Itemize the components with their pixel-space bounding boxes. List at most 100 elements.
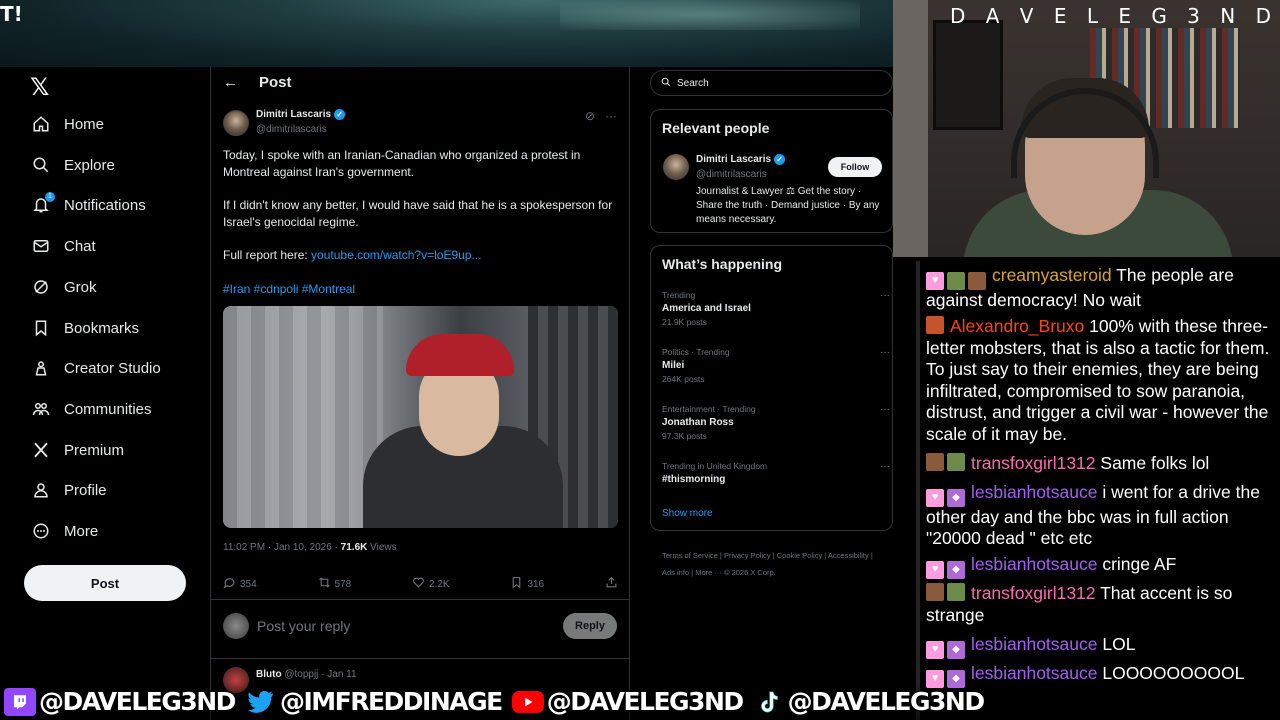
more-options-icon[interactable]: ···: [880, 461, 890, 472]
nav-profile[interactable]: Profile: [30, 475, 107, 505]
page-title: Post: [259, 73, 292, 91]
chat-message: transfoxgirl1312 That accent is so stran…: [926, 583, 1278, 626]
reply-button[interactable]: Reply: [563, 613, 617, 639]
author-handle[interactable]: @dimitrilascaris: [256, 124, 327, 135]
post-hashtags[interactable]: #Iran #cdnpoli #Montreal: [223, 281, 618, 298]
trend-item[interactable]: Trending America and Israel 21.9K posts …: [662, 290, 890, 327]
chat-badges: ♥ ◆: [926, 560, 965, 579]
author-avatar[interactable]: [223, 110, 249, 136]
chat-message: ♥ creamyasteroid The people are against d…: [926, 265, 1278, 311]
chat-username[interactable]: creamyasteroid: [992, 265, 1112, 285]
communities-icon: [30, 398, 52, 420]
post-top-actions: ⊘ ···: [585, 109, 617, 123]
emote-badge-icon: [947, 453, 965, 471]
more-options-icon[interactable]: ···: [605, 109, 617, 123]
post-button[interactable]: Post: [24, 565, 186, 601]
follow-button[interactable]: Follow: [828, 157, 882, 177]
nav-chat[interactable]: Chat: [30, 231, 96, 261]
x-sidebar-nav: 𝕏 Home Explore 1 Notifications Chat Grok: [0, 67, 210, 720]
nav-label: Creator Studio: [64, 359, 161, 377]
social-handle: @DAVELEG3ND: [508, 687, 744, 716]
chat-badges: ♥ ◆: [926, 640, 965, 659]
reply-author[interactable]: Bluto @toppjj · Jan 11: [256, 669, 357, 680]
relevant-person-name[interactable]: Dimitri Lascaris ✓: [696, 154, 786, 165]
chat-badges: ♥ ◆: [926, 488, 965, 507]
chat-username[interactable]: lesbianhotsauce: [971, 663, 1097, 683]
bookmark-action[interactable]: 316: [510, 576, 544, 592]
link-prefix: Full report here:: [223, 248, 312, 262]
nav-notifications[interactable]: 1 Notifications: [30, 190, 146, 220]
nav-creator-studio[interactable]: Creator Studio: [30, 353, 161, 383]
stream-banner: T!: [0, 0, 893, 67]
chat-username[interactable]: transfoxgirl1312: [971, 583, 1096, 603]
post-time: 11:02 PM · Jan 10, 2026 ·: [223, 542, 341, 553]
more-options-icon[interactable]: ···: [880, 290, 890, 301]
chat-scrollbar[interactable]: [916, 261, 920, 720]
post-paragraph-3: Full report here: youtube.com/watch?v=lo…: [223, 247, 618, 264]
trend-context: Entertainment · Trending: [662, 404, 756, 414]
nav-more[interactable]: More: [30, 516, 98, 546]
trend-item[interactable]: Entertainment · Trending Jonathan Ross 9…: [662, 404, 890, 441]
sub-heart-icon: ♥: [926, 669, 944, 688]
footer-links[interactable]: Terms of Service | Privacy Policy | Cook…: [662, 547, 887, 581]
trend-name: Jonathan Ross: [662, 417, 734, 428]
like-action[interactable]: 2.2K: [412, 576, 450, 592]
more-circle-icon: [30, 520, 52, 542]
x-logo-icon[interactable]: 𝕏: [30, 73, 49, 101]
chat-message: ♥ ◆ lesbianhotsauce LOL: [926, 634, 1278, 659]
youtube-link[interactable]: youtube.com/watch?v=loE9up...: [311, 248, 481, 262]
nav-label: Explore: [64, 156, 115, 174]
webcam-wall-frame: [933, 20, 1003, 130]
relevant-person-avatar[interactable]: [663, 154, 689, 180]
nav-label: Chat: [64, 237, 96, 255]
chat-username[interactable]: Alexandro_Bruxo: [950, 316, 1084, 336]
back-arrow-icon[interactable]: ←: [223, 74, 238, 91]
trend-count: 264K posts: [662, 374, 705, 384]
search-input[interactable]: Search: [650, 70, 893, 96]
relevant-people-title: Relevant people: [662, 120, 770, 136]
repost-action[interactable]: 578: [318, 576, 351, 592]
search-icon: [661, 77, 671, 90]
diamond-badge-icon: ◆: [947, 488, 965, 507]
nav-explore[interactable]: Explore: [30, 150, 115, 180]
chat-text: LOOOOOOOOOL: [1097, 663, 1245, 683]
more-options-icon[interactable]: ···: [880, 404, 890, 415]
webcam-feed: [893, 0, 1280, 257]
social-handle-text: @IMFREDDINAGE: [279, 687, 503, 716]
chat-username[interactable]: transfoxgirl1312: [971, 453, 1096, 473]
nav-label: Home: [64, 115, 105, 133]
author-name-text: Dimitri Lascaris: [256, 109, 332, 120]
show-more-link[interactable]: Show more: [662, 508, 713, 519]
chat-text: Same folks lol: [1095, 453, 1210, 473]
nav-premium[interactable]: Premium: [30, 435, 124, 465]
post-video[interactable]: [223, 306, 618, 528]
building-left: [223, 306, 383, 528]
chat-username[interactable]: lesbianhotsauce: [971, 634, 1097, 654]
nav-home[interactable]: Home: [30, 109, 104, 139]
chat-badges: ♥: [926, 271, 986, 290]
grok-icon[interactable]: ⊘: [585, 109, 595, 123]
nav-communities[interactable]: Communities: [30, 394, 152, 424]
trend-item[interactable]: Trending in United Kingdom #thismorning …: [662, 461, 890, 485]
reply-action[interactable]: 354: [223, 576, 257, 592]
relevant-person-handle[interactable]: @dimitrilascaris: [696, 169, 767, 180]
more-options-icon[interactable]: ···: [880, 347, 890, 358]
author-name[interactable]: Dimitri Lascaris ✓: [256, 109, 346, 120]
nav-grok[interactable]: Grok: [30, 272, 97, 302]
share-action[interactable]: [605, 576, 618, 592]
home-icon: [30, 113, 52, 135]
trend-item[interactable]: Politics · Trending Milei 264K posts ···: [662, 347, 890, 384]
reply-author-handle: @toppjj · Jan 11: [284, 669, 357, 680]
chat-username[interactable]: lesbianhotsauce: [971, 482, 1097, 502]
webcam-door: [893, 0, 928, 257]
reply-input[interactable]: Post your reply: [257, 618, 350, 634]
like-count: 2.2K: [429, 578, 450, 590]
social-handle-text: @DAVELEG3ND: [39, 687, 236, 716]
social-handle-text: @DAVELEG3ND: [546, 687, 744, 716]
nav-bookmarks[interactable]: Bookmarks: [30, 313, 139, 343]
social-handle: @IMFREDDINAGE: [241, 687, 503, 716]
relevant-people-panel: Relevant people Dimitri Lascaris ✓ @dimi…: [650, 109, 893, 233]
reply-composer: Post your reply Reply: [211, 599, 629, 659]
chat-username[interactable]: lesbianhotsauce: [971, 554, 1097, 574]
sub-heart-icon: ♥: [926, 640, 944, 659]
